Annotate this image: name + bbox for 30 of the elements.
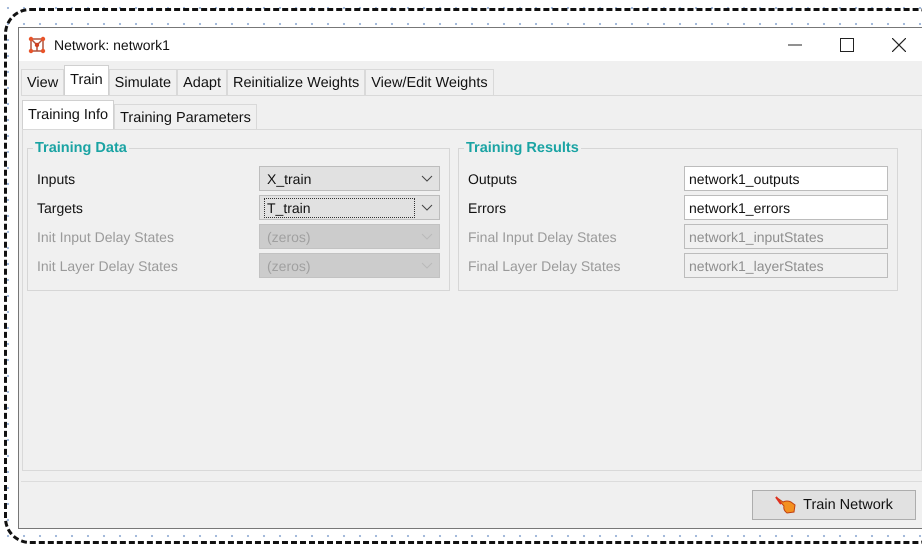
dropdown[interactable]: X_train — [259, 166, 440, 191]
chevron-down-icon — [421, 204, 433, 211]
tab[interactable]: Adapt — [177, 69, 227, 95]
window-title: Network: network1 — [54, 36, 170, 52]
field-label: Inputs — [37, 170, 76, 186]
tab[interactable]: Train — [64, 65, 109, 95]
field-label: Final Layer Delay States — [468, 258, 622, 274]
field-label: Init Input Delay States — [37, 228, 175, 244]
tab[interactable]: Training Info — [22, 100, 114, 129]
group-title: Training Results — [465, 140, 580, 156]
tab[interactable]: Reinitialize Weights — [227, 69, 366, 95]
input-field[interactable]: network1_errors — [684, 195, 888, 220]
field-label: Errors — [468, 200, 508, 216]
tab[interactable]: Simulate — [108, 69, 178, 95]
tab[interactable]: View — [21, 69, 64, 95]
field-label: Final Input Delay States — [468, 228, 618, 244]
field-label: Init Layer Delay States — [37, 258, 179, 274]
tab[interactable]: Training Parameters — [114, 104, 257, 129]
train-network-button[interactable]: Train Network — [752, 490, 916, 520]
field-label: Outputs — [468, 170, 518, 186]
pointing-hand-icon — [775, 496, 798, 514]
field-label: Targets — [37, 200, 84, 216]
network-icon — [28, 36, 46, 54]
tab[interactable]: View/Edit Weights — [365, 69, 494, 95]
dropdown[interactable]: T_train — [259, 195, 440, 220]
chevron-down-icon — [421, 175, 433, 182]
group-title: Training Data — [34, 140, 128, 156]
maximize-icon[interactable] — [840, 38, 854, 52]
input-field[interactable]: network1_outputs — [684, 166, 888, 191]
close-icon[interactable] — [892, 38, 906, 52]
